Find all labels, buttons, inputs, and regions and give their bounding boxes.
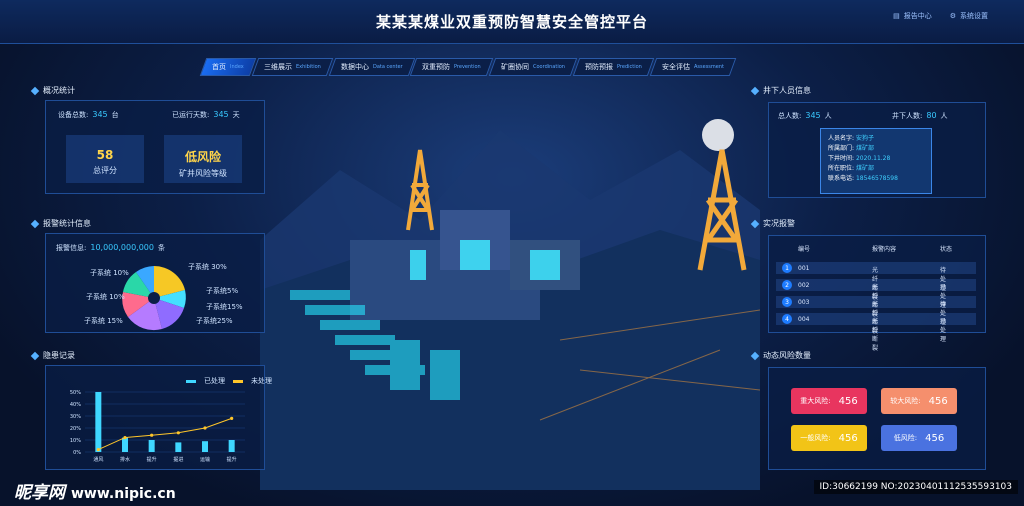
risk-level-card: 低风险 矿井风险等级: [164, 135, 242, 183]
y-tick-label: 20%: [70, 426, 81, 432]
pie-label-7: 子系统 10%: [90, 269, 129, 277]
x-tick-label: 通风: [93, 456, 103, 463]
top-header: 某某某煤业双重预防智慧安全管控平台 ▤ 报告中心 ⚙ 系统设置: [0, 0, 1024, 44]
tab-prevention[interactable]: 双重预防 Prevention: [409, 58, 494, 76]
tab-data-center[interactable]: 数据中心 Data center: [328, 58, 415, 76]
tab-exhibition[interactable]: 三维展示 Exhibition: [251, 58, 333, 76]
overview-section-title: 概况统计: [30, 85, 75, 96]
person-info-popup: 人员名字: 安狗子 所属部门: 煤矿部 下井时间: 2020.11.28 所在职…: [820, 128, 932, 194]
pie-label-5: 子系统 15%: [84, 317, 123, 325]
pie-label-4: 子系统25%: [196, 317, 233, 325]
underground-people: 井下人数: 80 人: [892, 111, 948, 120]
line-point: [96, 448, 100, 452]
low-risk-card[interactable]: 低风险: 456: [881, 425, 957, 451]
bar: [175, 442, 182, 452]
report-center-link[interactable]: ▤ 报告中心: [893, 11, 932, 21]
hazard-section-title: 隐患记录: [30, 350, 75, 361]
row-id: 003: [798, 299, 810, 306]
pie-label-3: 子系统15%: [206, 303, 243, 311]
diamond-icon: [750, 86, 760, 95]
line-point: [176, 431, 180, 435]
tab-prediction[interactable]: 预防预报 Prediction: [572, 58, 655, 76]
diamond-icon: [750, 219, 760, 228]
dynamic-risk-section-title: 动态风险数量: [750, 350, 811, 361]
personnel-section-title: 井下人员信息: [750, 85, 811, 96]
y-tick-label: 10%: [70, 438, 81, 444]
dynamic-risk-panel: [768, 367, 986, 470]
major-risk-card[interactable]: 重大风险: 456: [791, 388, 867, 414]
x-tick-label: 提升: [147, 456, 157, 463]
significant-risk-card[interactable]: 较大风险: 456: [881, 388, 957, 414]
tab-coordination[interactable]: 矿圈协同 Coordination: [488, 58, 578, 76]
system-settings-link[interactable]: ⚙ 系统设置: [950, 11, 988, 21]
col-header-content: 报警内容: [872, 246, 897, 253]
row-status: 已处理: [940, 318, 947, 343]
realtime-alarm-section-title: 实况报警: [750, 218, 795, 229]
running-days: 已运行天数: 345 天: [172, 110, 240, 119]
line-point: [123, 436, 127, 440]
alarm-info-count: 报警信息: 10,000,000,000 条: [56, 243, 165, 252]
diamond-icon: [30, 86, 40, 95]
x-tick-label: 运输: [200, 456, 210, 463]
series-line: [98, 417, 232, 451]
total-score-card: 58 总评分: [66, 135, 144, 183]
popup-row: 下井时间: 2020.11.28: [828, 155, 891, 162]
tab-assessment[interactable]: 安全评估 Assessment: [649, 58, 737, 76]
bar: [122, 437, 128, 452]
pie-label-1: 子系统 30%: [188, 263, 227, 271]
col-header-id: 编号: [798, 246, 811, 253]
diamond-icon: [30, 351, 40, 360]
row-id: 002: [798, 282, 810, 289]
line-point: [203, 426, 207, 430]
y-tick-label: 40%: [70, 402, 81, 408]
mine-3d-scene: [260, 119, 760, 490]
popup-row: 所属部门: 煤矿部: [828, 145, 874, 152]
bar: [228, 440, 235, 452]
watermark-brand: 昵享网 www.nipic.cn: [14, 483, 176, 503]
tab-index[interactable]: 首页 Index: [199, 58, 257, 76]
pie-label-6: 子系统 10%: [86, 293, 125, 301]
hazard-bar-chart: 50% 40% 30% 20% 10% 0% 通风 排水 提升 掘进 运输 提升: [70, 390, 245, 463]
popup-row: 所在职位: 煤矿部: [828, 165, 874, 172]
total-people: 总人数: 345 人: [778, 111, 832, 120]
diamond-icon: [750, 351, 760, 360]
watermark-id: ID:30662199 NO:20230401112535593103: [813, 480, 1018, 494]
bar: [95, 392, 102, 452]
legend-line-swatch: [233, 379, 243, 383]
line-point: [230, 416, 234, 420]
gear-icon: ⚙: [949, 12, 956, 20]
device-count: 设备总数: 345 台: [58, 110, 119, 119]
y-tick-label: 50%: [70, 390, 81, 396]
y-tick-label: 0%: [73, 450, 81, 456]
popup-row: 人员名字: 安狗子: [828, 135, 874, 142]
page-title: 某某某煤业双重预防智慧安全管控平台: [375, 13, 648, 31]
x-tick-label: 提升: [227, 456, 237, 463]
line-point: [150, 433, 154, 437]
header-links: ▤ 报告中心 ⚙ 系统设置: [893, 11, 988, 21]
moon-icon: [702, 119, 734, 151]
hazard-legend: 已处理 未处理: [186, 376, 272, 386]
main-nav-tabs: 首页 Index 三维展示 Exhibition 数据中心 Data center 双…: [199, 58, 737, 76]
pie-label-2: 子系统5%: [206, 287, 239, 295]
diamond-icon: [30, 219, 40, 228]
row-id: 001: [798, 265, 810, 272]
report-icon: ▤: [893, 12, 900, 20]
row-content: 光纤断裂: [872, 318, 879, 352]
headframe-left-icon: [406, 149, 434, 231]
x-tick-label: 掘进: [173, 456, 183, 463]
legend-bar-swatch: [186, 379, 196, 383]
y-tick-label: 30%: [70, 414, 81, 420]
bar: [148, 440, 155, 452]
alarm-stats-section-title: 报警统计信息: [30, 218, 91, 229]
x-tick-label: 排水: [120, 456, 130, 463]
row-id: 004: [798, 316, 810, 323]
general-risk-card[interactable]: 一般风险: 456: [791, 425, 867, 451]
col-header-status: 状态: [940, 246, 953, 253]
bar: [202, 441, 208, 452]
popup-row: 联系电话: 18546578598: [828, 175, 898, 182]
